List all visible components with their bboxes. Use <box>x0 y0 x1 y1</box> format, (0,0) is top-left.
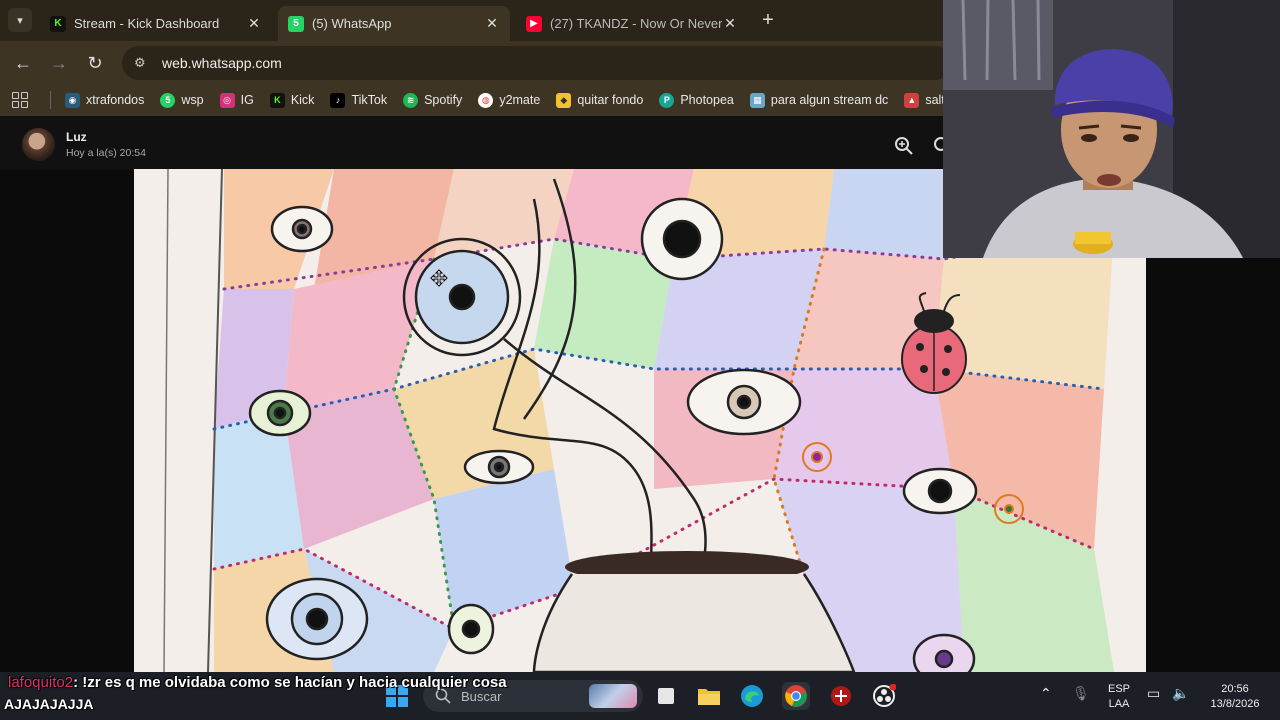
avatar[interactable] <box>22 128 55 161</box>
bookmark-y2mate[interactable]: ◍ y2mate <box>478 92 541 108</box>
zoom-in-icon[interactable] <box>894 136 914 156</box>
tab-search-button[interactable]: ▾ <box>8 8 32 32</box>
bookmark-spotify[interactable]: ≋ Spotify <box>403 92 463 108</box>
url-text: web.whatsapp.com <box>162 55 282 71</box>
tree-icon: ▲ <box>904 92 920 108</box>
bookmark-xtrafondos[interactable]: ◉ xtrafondos <box>65 92 145 108</box>
divider <box>50 91 51 109</box>
network-icon[interactable]: ▭ <box>1147 686 1160 701</box>
keyboard-language[interactable]: ESP LAA <box>1104 682 1134 712</box>
search-highlight-image <box>589 684 637 708</box>
obs-icon[interactable] <box>870 682 898 710</box>
clock-date: 13/8/2026 <box>1210 698 1260 710</box>
bookmark-label: Spotify <box>424 93 463 107</box>
eye-icon: ◉ <box>65 92 80 108</box>
sent-time: Hoy a la(s) 20:54 <box>66 147 146 159</box>
youtube-icon: ▶ <box>526 15 542 32</box>
volume-icon[interactable]: 🔈 <box>1172 686 1189 701</box>
bookmark-ig[interactable]: ◎ IG <box>219 92 254 108</box>
bookmark-label: y2mate <box>499 93 541 107</box>
back-button[interactable]: ← <box>11 51 35 75</box>
bookmark-label: quitar fondo <box>577 93 644 107</box>
bookmark-label: xtrafondos <box>86 93 145 107</box>
sender-name: Luz <box>66 130 87 144</box>
address-bar[interactable]: ⚙ web.whatsapp.com <box>122 46 952 80</box>
clock-time: 20:56 <box>1221 683 1249 695</box>
tab-title: Stream - Kick Dashboard <box>74 16 220 31</box>
bookmark-quitar-fondo[interactable]: ◆ quitar fondo <box>556 92 644 108</box>
tab-title: (27) TKANDZ - Now Or Never ( <box>550 16 722 31</box>
apps-icon[interactable] <box>12 92 28 108</box>
search-placeholder: Buscar <box>461 688 502 704</box>
kick-icon: K <box>50 15 66 32</box>
tab-title: (5) WhatsApp <box>312 16 392 31</box>
close-icon[interactable]: ✕ <box>722 15 738 32</box>
bookmark-label: para algun stream dc <box>770 93 889 107</box>
edge-icon[interactable] <box>738 682 766 710</box>
move-cursor-icon <box>430 269 448 287</box>
chevron-up-icon[interactable]: ⌃ <box>1040 686 1052 701</box>
reload-button[interactable]: ↻ <box>83 51 107 75</box>
bookmark-label: wsp <box>181 93 204 107</box>
kick-icon: K <box>269 92 285 108</box>
bookmark-label: Photopea <box>680 93 734 107</box>
windows-taskbar: Buscar ⌃ 🎙 ESP LAA ▭ 🔈 20:56 13/8/2026 <box>0 672 1280 720</box>
image-icon: ▦ <box>749 92 765 108</box>
webcam-overlay <box>943 0 1280 258</box>
photopea-icon: P <box>659 92 675 108</box>
close-icon[interactable]: ✕ <box>246 15 262 32</box>
bookmark-label: Kick <box>290 93 315 107</box>
forward-button[interactable]: → <box>47 51 71 75</box>
close-icon[interactable]: ✕ <box>484 15 500 32</box>
site-settings-icon[interactable]: ⚙ <box>134 55 150 71</box>
tab-whatsapp[interactable]: 5 (5) WhatsApp ✕ <box>278 6 510 41</box>
file-explorer-icon[interactable] <box>695 682 723 710</box>
tab-youtube[interactable]: ▶ (27) TKANDZ - Now Or Never ( ✕ <box>516 6 748 41</box>
bookmark-kick[interactable]: K Kick <box>269 92 315 108</box>
streamer-camera <box>943 0 1280 258</box>
windows-start-icon[interactable] <box>383 682 411 710</box>
layout-code: LAA <box>1108 698 1130 710</box>
tab-kick-dashboard[interactable]: K Stream - Kick Dashboard ✕ <box>40 6 272 41</box>
new-tab-button[interactable]: + <box>756 8 780 32</box>
taskbar-search-input[interactable]: Buscar <box>423 680 643 712</box>
bookmark-tiktok[interactable]: ♪ TikTok <box>330 92 388 108</box>
bookmark-para-algun-stream[interactable]: ▦ para algun stream dc <box>749 92 889 108</box>
bookmark-label: IG <box>240 93 254 107</box>
instagram-icon: ◎ <box>219 92 235 108</box>
y2mate-icon: ◍ <box>478 92 494 108</box>
app-red-icon[interactable] <box>827 682 855 710</box>
bookmark-wsp[interactable]: 5 wsp <box>160 92 204 108</box>
task-view-icon[interactable] <box>652 682 680 710</box>
removebg-icon: ◆ <box>556 92 572 108</box>
bookmark-photopea[interactable]: P Photopea <box>659 92 734 108</box>
whatsapp-icon: 5 <box>288 15 304 32</box>
bookmark-label: TikTok <box>351 93 388 107</box>
search-icon <box>435 688 451 704</box>
microphone-icon[interactable]: 🎙 <box>1072 686 1090 701</box>
tiktok-icon: ♪ <box>330 92 346 108</box>
whatsapp-icon: 5 <box>160 92 176 108</box>
chrome-icon[interactable] <box>782 682 810 710</box>
spotify-icon: ≋ <box>403 92 419 108</box>
language-code: ESP <box>1107 683 1130 695</box>
clock[interactable]: 20:56 13/8/2026 <box>1200 682 1270 712</box>
